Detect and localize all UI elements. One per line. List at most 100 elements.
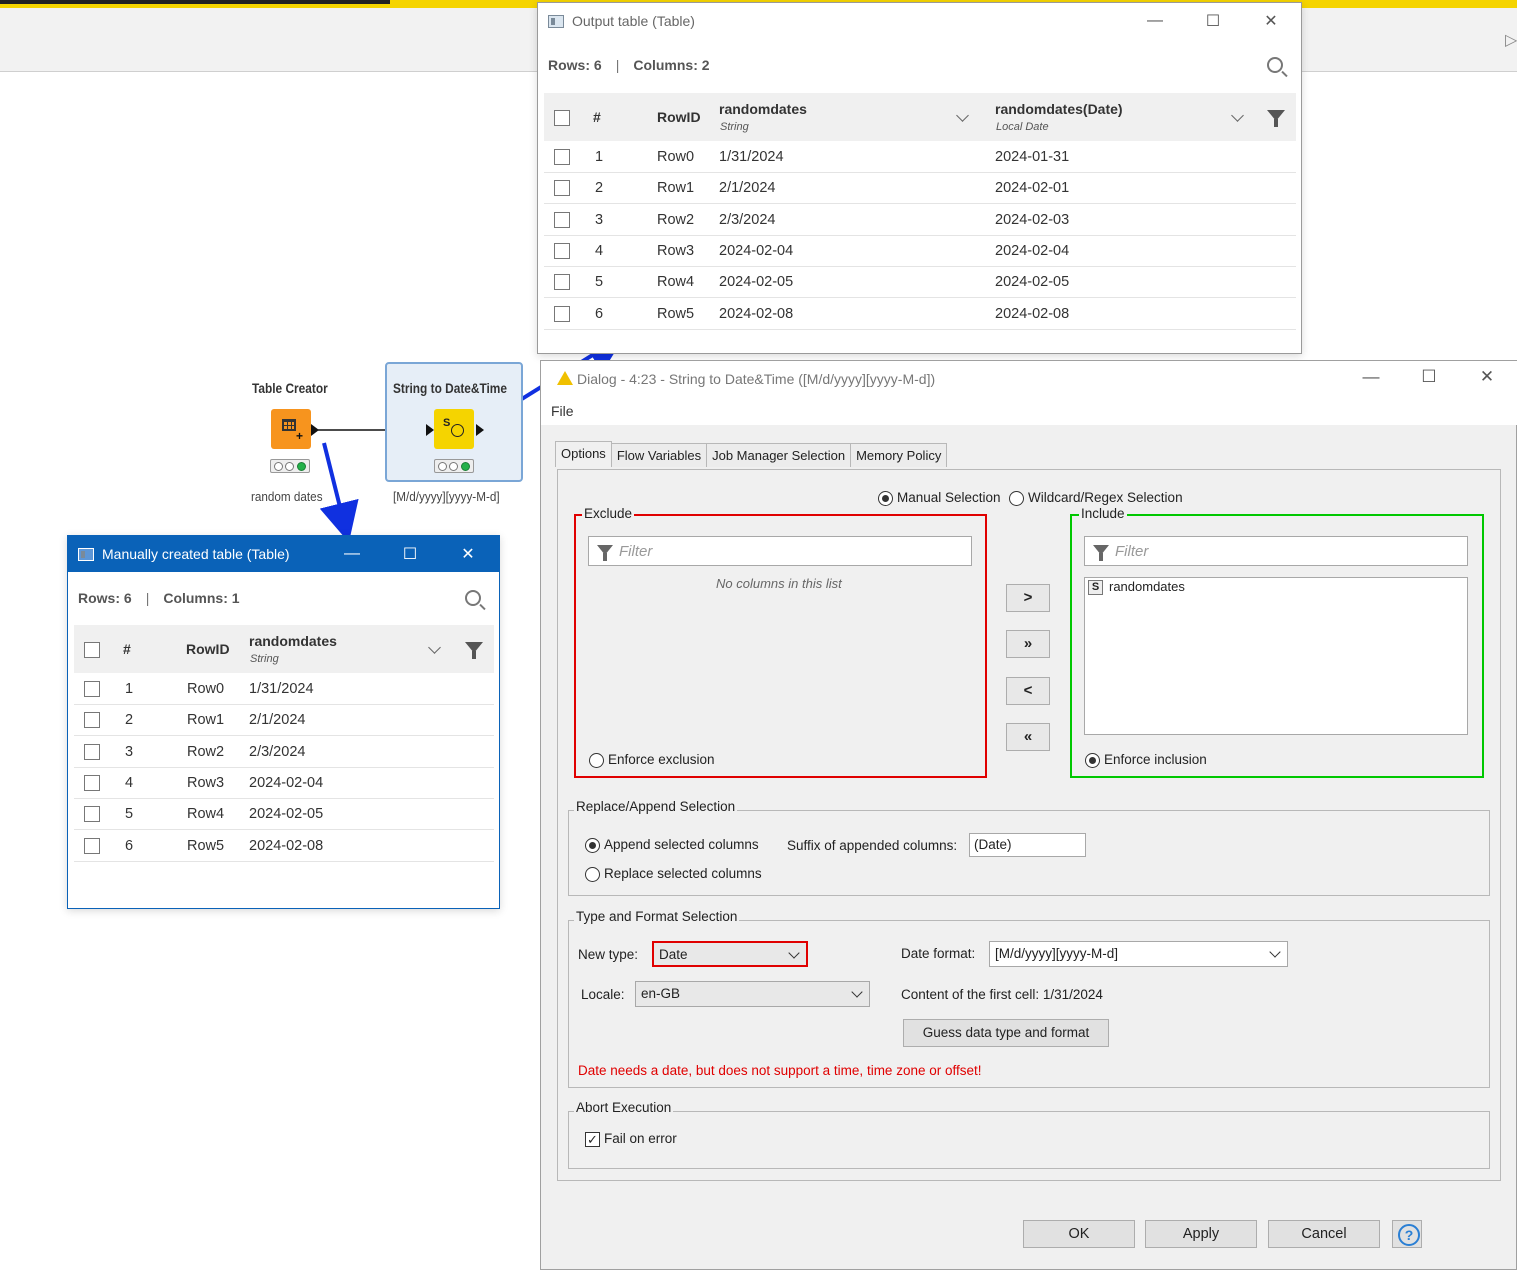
table-row[interactable]: 5 Row4 2024-02-05 2024-02-05 <box>544 267 1296 299</box>
move-all-right-button[interactable]: » <box>1006 630 1050 658</box>
replace-columns-radio[interactable] <box>585 867 600 882</box>
row-checkbox[interactable] <box>84 774 100 791</box>
append-columns-radio[interactable] <box>585 838 600 853</box>
include-filter-input[interactable]: Filter <box>1084 536 1468 566</box>
header-rowid[interactable]: RowID <box>657 109 701 125</box>
tab-options[interactable]: Options <box>555 441 612 467</box>
table-row[interactable]: 3 Row2 2/3/2024 2024-02-03 <box>544 205 1296 236</box>
row-checkbox[interactable] <box>554 211 570 228</box>
row-checkbox[interactable] <box>84 681 100 697</box>
tab-flow-variables[interactable]: Flow Variables <box>610 443 708 467</box>
manual-selection-radio[interactable] <box>878 491 893 506</box>
close-button[interactable]: ✕ <box>439 536 497 572</box>
include-item-randomdates[interactable]: randomdates <box>1109 579 1185 594</box>
row-checkbox[interactable] <box>84 712 100 729</box>
row-checkbox[interactable] <box>554 180 570 197</box>
minimize-button[interactable]: — <box>323 536 381 572</box>
suffix-input[interactable]: (Date) <box>969 833 1086 857</box>
maximize-button[interactable]: ☐ <box>381 536 439 572</box>
append-columns-label[interactable]: Append selected columns <box>604 837 759 852</box>
row-checkbox[interactable] <box>554 274 570 291</box>
table-row[interactable]: 6 Row5 2024-02-08 <box>74 831 494 862</box>
new-type-label: New type: <box>578 947 639 962</box>
table-row[interactable]: 2 Row1 2/1/2024 2024-02-01 <box>544 173 1296 205</box>
filter-icon[interactable] <box>465 642 483 659</box>
cell-randomdates: 2024-02-05 <box>249 806 324 823</box>
column-menu-chevron-icon[interactable] <box>1231 109 1244 122</box>
close-button[interactable]: ✕ <box>1467 367 1507 387</box>
tab-job-manager-selection[interactable]: Job Manager Selection <box>706 443 852 467</box>
header-rowid[interactable]: RowID <box>186 641 230 657</box>
table-creator-output-port[interactable] <box>311 424 319 436</box>
fail-on-error-label[interactable]: Fail on error <box>604 1131 677 1146</box>
enforce-exclusion-label[interactable]: Enforce exclusion <box>608 752 715 767</box>
row-checkbox[interactable] <box>554 149 570 165</box>
select-all-checkbox[interactable] <box>84 642 100 658</box>
string-to-date-node-label[interactable]: [M/d/yyyy][yyyy-M-d] <box>393 489 500 504</box>
table-row[interactable]: 1 Row0 1/31/2024 2024-01-31 <box>544 142 1296 173</box>
table-row[interactable]: 3 Row2 2/3/2024 <box>74 737 494 768</box>
header-randomdates-date[interactable]: randomdates(Date) <box>995 101 1123 117</box>
table-row[interactable]: 1 Row0 1/31/2024 <box>74 674 494 705</box>
abort-execution-group <box>568 1111 1490 1169</box>
close-button[interactable]: ✕ <box>1242 3 1300 39</box>
menu-file[interactable]: File <box>551 403 574 419</box>
enforce-exclusion-radio[interactable] <box>589 753 604 768</box>
header-randomdates[interactable]: randomdates <box>249 633 337 649</box>
row-checkbox[interactable] <box>84 806 100 823</box>
locale-select[interactable]: en-GB <box>635 981 870 1007</box>
replace-columns-label[interactable]: Replace selected columns <box>604 866 762 881</box>
table-row[interactable]: 6 Row5 2024-02-08 2024-02-08 <box>544 299 1296 330</box>
enforce-inclusion-radio[interactable] <box>1085 753 1100 768</box>
table-row[interactable]: 5 Row4 2024-02-05 <box>74 799 494 831</box>
tab-memory-policy[interactable]: Memory Policy <box>850 443 948 467</box>
maximize-button[interactable]: ☐ <box>1409 367 1449 387</box>
table-row[interactable]: 2 Row1 2/1/2024 <box>74 705 494 737</box>
move-right-button[interactable]: > <box>1006 584 1050 612</box>
string-to-date-output-port[interactable] <box>476 424 484 436</box>
wildcard-selection-radio[interactable] <box>1009 491 1024 506</box>
fail-on-error-checkbox[interactable]: ✓ <box>585 1132 600 1147</box>
exclude-filter-input[interactable]: Filter <box>588 536 972 566</box>
guess-format-button[interactable]: Guess data type and format <box>903 1019 1109 1047</box>
output-table-titlebar[interactable]: Output table (Table) — ☐ ✕ <box>538 3 1301 39</box>
apply-button[interactable]: Apply <box>1145 1220 1257 1248</box>
string-to-date-input-port[interactable] <box>426 424 434 436</box>
table-creator-node[interactable]: + <box>271 409 311 449</box>
table-creator-node-label[interactable]: random dates <box>251 489 323 504</box>
cancel-button[interactable]: Cancel <box>1268 1220 1380 1248</box>
manual-selection-label[interactable]: Manual Selection <box>897 490 1001 505</box>
select-all-checkbox[interactable] <box>554 110 570 126</box>
move-left-button[interactable]: < <box>1006 677 1050 705</box>
ok-button[interactable]: OK <box>1023 1220 1135 1248</box>
row-id: Row4 <box>187 806 225 823</box>
minimize-button[interactable]: — <box>1351 367 1391 387</box>
chevron-down-icon <box>1269 946 1281 958</box>
minimize-button[interactable]: — <box>1126 3 1184 39</box>
move-all-left-button[interactable]: « <box>1006 723 1050 751</box>
filter-icon[interactable] <box>1267 110 1285 127</box>
row-checkbox[interactable] <box>84 837 100 854</box>
maximize-button[interactable]: ☐ <box>1184 3 1242 39</box>
table-row[interactable]: 4 Row3 2024-02-04 2024-02-04 <box>544 236 1296 267</box>
row-checkbox[interactable] <box>554 305 570 322</box>
string-icon: S <box>443 417 451 429</box>
column-menu-chevron-icon[interactable] <box>956 109 969 122</box>
date-format-select[interactable]: [M/d/yyyy][yyyy-M-d] <box>989 941 1288 967</box>
row-checkbox[interactable] <box>554 242 570 259</box>
dialog-titlebar[interactable]: Dialog - 4:23 - String to Date&Time ([M/… <box>541 361 1517 399</box>
new-type-select[interactable]: Date <box>652 941 808 967</box>
wildcard-selection-label[interactable]: Wildcard/Regex Selection <box>1028 490 1183 505</box>
enforce-inclusion-label[interactable]: Enforce inclusion <box>1104 752 1207 767</box>
column-menu-chevron-icon[interactable] <box>428 641 441 654</box>
include-list[interactable]: S randomdates <box>1084 577 1468 735</box>
string-to-date-node[interactable]: S <box>434 409 474 449</box>
search-icon[interactable] <box>465 590 481 606</box>
row-checkbox[interactable] <box>84 743 100 760</box>
search-icon[interactable] <box>1267 57 1283 73</box>
input-table-titlebar[interactable]: Manually created table (Table) — ☐ ✕ <box>68 536 499 572</box>
header-randomdates[interactable]: randomdates <box>719 101 807 117</box>
table-row[interactable]: 4 Row3 2024-02-04 <box>74 768 494 799</box>
help-icon[interactable] <box>1392 1220 1422 1248</box>
row-id: Row2 <box>657 211 695 228</box>
